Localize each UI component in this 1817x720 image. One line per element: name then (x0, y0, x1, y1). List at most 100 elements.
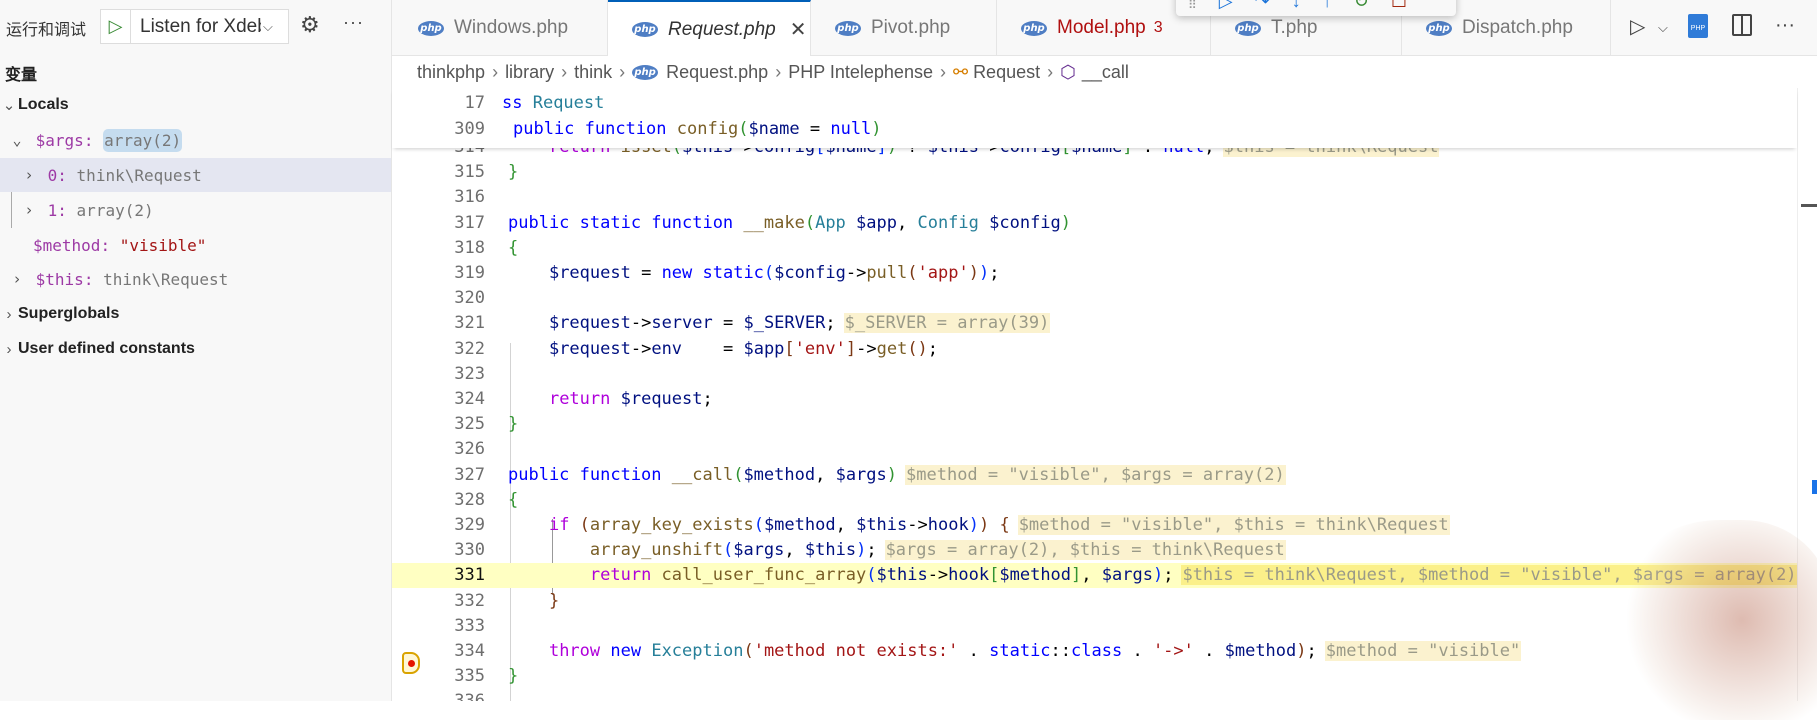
close-icon[interactable]: ✕ (790, 17, 807, 42)
current-code-line[interactable]: 331 return call_user_func_array($this -> h… (392, 562, 1797, 589)
code-line[interactable]: 333 (392, 613, 1797, 638)
code-line[interactable]: 325} (392, 412, 1797, 437)
step-out-icon[interactable]: ↑ (1323, 0, 1332, 12)
breadcrumb-item[interactable]: think (574, 62, 612, 83)
line-number: 335 (454, 666, 485, 687)
code-text: $request -> server = $_SERVER; $_SERVER = a… (508, 313, 1051, 334)
code-line[interactable]: 332 } (392, 588, 1797, 613)
code-line[interactable]: 336 (392, 689, 1797, 701)
step-over-icon[interactable]: ↷ (1255, 0, 1270, 12)
variable-args-0[interactable]: › 0: think\Request (0, 158, 391, 192)
code-line[interactable]: 320 (392, 286, 1797, 311)
variable-this[interactable]: › $this: think\Request (0, 262, 391, 296)
line-number: 324 (454, 389, 485, 410)
code-token: $request (548, 313, 631, 334)
code-text: } (508, 414, 518, 434)
tab-pivot-php[interactable]: php Pivot.php (811, 0, 997, 56)
breadcrumb-item[interactable]: library (505, 62, 554, 83)
code-token: } (508, 666, 519, 687)
code-token: -> (856, 338, 877, 359)
code-token: class (1071, 641, 1123, 662)
scope-user-defined-constants[interactable]: › User defined constants (0, 332, 391, 366)
inline-value-hint: $method = "visible", $args = array(2) (905, 464, 1286, 485)
php-preview-icon[interactable]: PHP (1688, 14, 1708, 38)
code-token: 'env' (794, 338, 846, 359)
code-line[interactable]: 326 (392, 437, 1797, 462)
chevron-right-icon: › (775, 61, 782, 82)
code-line[interactable]: 328 { (392, 487, 1797, 512)
chevron-right-icon: › (24, 201, 34, 219)
variable-name: 1 (47, 200, 58, 220)
code-line[interactable]: 335} (392, 664, 1797, 689)
code-editor[interactable]: 314 return isset($this->config[$name]) ?… (392, 88, 1797, 701)
code-line[interactable]: 17 ss Request (392, 90, 1797, 116)
code-token: = (630, 263, 662, 284)
code-token: env (651, 338, 683, 359)
breadcrumb-item[interactable]: __call (1082, 62, 1129, 83)
code-line[interactable]: 324 return $request; (392, 387, 1797, 412)
code-token: ) (1060, 212, 1072, 233)
code-text: public function __call($method, $args) $m… (508, 464, 1286, 485)
code-token: public static function (508, 212, 744, 233)
continue-icon[interactable]: ▷ (1219, 0, 1233, 12)
code-token: = (712, 313, 744, 334)
more-actions-icon[interactable]: ··· (1775, 14, 1795, 37)
ruler-mark (1801, 204, 1817, 207)
breadcrumb-item[interactable]: Request (973, 62, 1040, 83)
code-line[interactable]: 327 public function __call($method, $args… (392, 462, 1797, 487)
variable-args-1[interactable]: › 1: array(2) (0, 193, 391, 227)
start-debugging-icon[interactable]: ▷ (101, 10, 131, 43)
code-line[interactable]: 334 throw new Exception('method not exis… (392, 639, 1797, 664)
code-line[interactable]: 319 $request = new static($config -> pull(… (392, 261, 1797, 286)
code-line[interactable]: 321 $request -> server = $_SERVER; $_SERVER… (392, 311, 1797, 336)
tab-windows-php[interactable]: php Windows.php (394, 0, 608, 56)
line-number: 318 (454, 237, 485, 258)
line-number: 316 (454, 187, 485, 208)
variable-args[interactable]: ⌄ $args: array(2) (0, 123, 391, 157)
variables-section-header[interactable]: 变量 (5, 61, 37, 85)
code-line[interactable]: 315} (392, 160, 1797, 185)
code-token: return (548, 389, 621, 410)
code-line[interactable]: 329 if (array_key_exists($method, $this -… (392, 513, 1797, 538)
gear-icon[interactable]: ⚙ (300, 12, 320, 38)
code-line[interactable]: 316 (392, 185, 1797, 210)
code-line[interactable]: 309 public function config($name = null) (392, 116, 1797, 142)
code-line[interactable]: 323 (392, 361, 1797, 386)
line-number: 331 (454, 565, 485, 586)
chevron-down-icon[interactable]: ⌵ (1658, 20, 1668, 36)
more-actions-icon[interactable]: ··· (343, 12, 364, 33)
scope-locals[interactable]: ⌄ Locals (0, 88, 391, 122)
drag-handle-icon[interactable]: ⠿ (1188, 0, 1197, 12)
code-token: = (799, 119, 831, 139)
code-token: = (682, 338, 744, 359)
problem-count-badge: 3 (1153, 19, 1163, 36)
variable-name: 0 (47, 165, 58, 185)
php-file-icon: php (1021, 20, 1047, 36)
run-icon[interactable]: ▷ (1630, 14, 1645, 39)
step-into-icon[interactable]: ↓ (1292, 0, 1301, 12)
launch-config-dropdown[interactable]: ▷ Listen for Xdebug ⌵ (100, 9, 289, 44)
line-number: 332 (454, 590, 485, 611)
code-line[interactable]: 318 { (392, 235, 1797, 260)
variable-method[interactable]: $method: "visible" (0, 228, 391, 262)
code-line[interactable]: 317 public static function __make(App $ap… (392, 210, 1797, 235)
breadcrumb-item[interactable]: Request.php (666, 62, 768, 83)
breadcrumb-item[interactable]: PHP Intelephense (788, 62, 933, 83)
code-token: { (508, 489, 519, 510)
code-text: return $request; (508, 389, 713, 409)
inline-value-hint: $method = "visible" (1324, 641, 1522, 662)
disconnect-icon[interactable]: ☐ (1391, 0, 1407, 12)
scope-superglobals[interactable]: › Superglobals (0, 297, 391, 331)
chevron-right-icon: › (6, 340, 12, 358)
code-line[interactable]: 322 $request -> env = $app['env'] -> get(); (392, 336, 1797, 361)
code-token: $this (804, 540, 857, 561)
tab-request-php[interactable]: php Request.php ✕ (608, 0, 811, 57)
code-line[interactable]: 330 array_unshift($args, $this); $args = … (392, 538, 1797, 563)
sticky-scroll[interactable]: 17 ss Request 309 public function config($n… (392, 88, 1797, 148)
split-editor-icon[interactable] (1732, 14, 1752, 36)
line-number: 315 (454, 162, 485, 183)
breadcrumb-item[interactable]: thinkphp (417, 62, 485, 83)
chevron-down-icon: ⌄ (12, 131, 22, 149)
restart-icon[interactable]: ↻ (1354, 0, 1369, 12)
